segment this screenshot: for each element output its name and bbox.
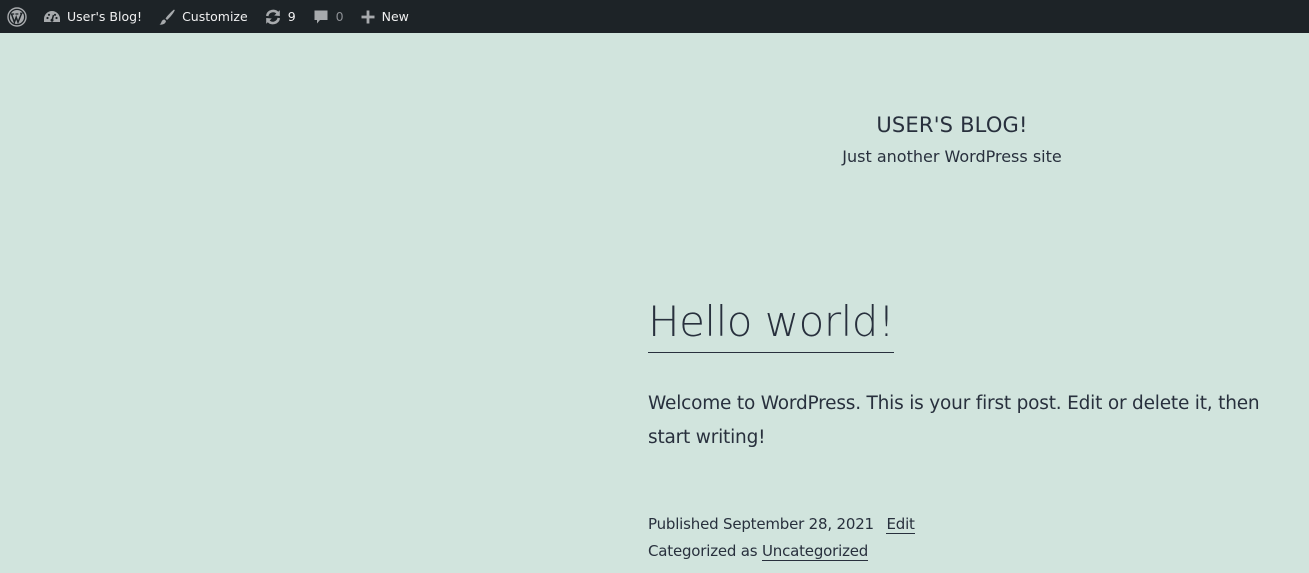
paintbrush-icon [158,8,176,26]
site-description: Just another WordPress site [842,147,1062,166]
comments-link[interactable]: 0 [304,0,352,33]
comments-count: 0 [335,9,344,24]
updates-count: 9 [287,9,296,24]
customize-link[interactable]: Customize [150,0,256,33]
comment-icon [312,8,330,26]
edit-post-link[interactable]: Edit [886,515,915,534]
post-meta: Published September 28, 2021 Edit Catego… [648,511,1268,565]
category-prefix: Categorized as [648,542,758,560]
site-branding: USER'S BLOG! Just another WordPress site [795,110,1109,172]
dashboard-icon [43,9,61,25]
new-content-label: New [381,9,409,24]
category-link[interactable]: Uncategorized [762,542,868,561]
site-name-label: User's Blog! [67,9,143,24]
site-title[interactable]: USER'S BLOG! [795,110,1109,140]
site-name-menu[interactable]: User's Blog! [34,0,150,33]
post-title-link[interactable]: Hello world! [648,292,895,353]
customize-label: Customize [182,9,248,24]
updates-icon [264,8,282,26]
post: Hello world! Welcome to WordPress. This … [648,292,1268,565]
updates-link[interactable]: 9 [256,0,304,33]
published-date: September 28, 2021 [723,515,874,533]
plus-icon [360,9,376,25]
wordpress-logo-icon [7,6,27,27]
wp-logo-menu[interactable] [0,0,34,33]
published-prefix: Published [648,515,719,533]
admin-bar: User's Blog! Customize 9 0 New [0,0,1309,33]
post-category-line: Categorized as Uncategorized [648,538,1268,565]
post-content: Welcome to WordPress. This is your first… [648,393,1260,448]
new-content-menu[interactable]: New [352,0,417,33]
post-published-line: Published September 28, 2021 Edit [648,511,1268,538]
